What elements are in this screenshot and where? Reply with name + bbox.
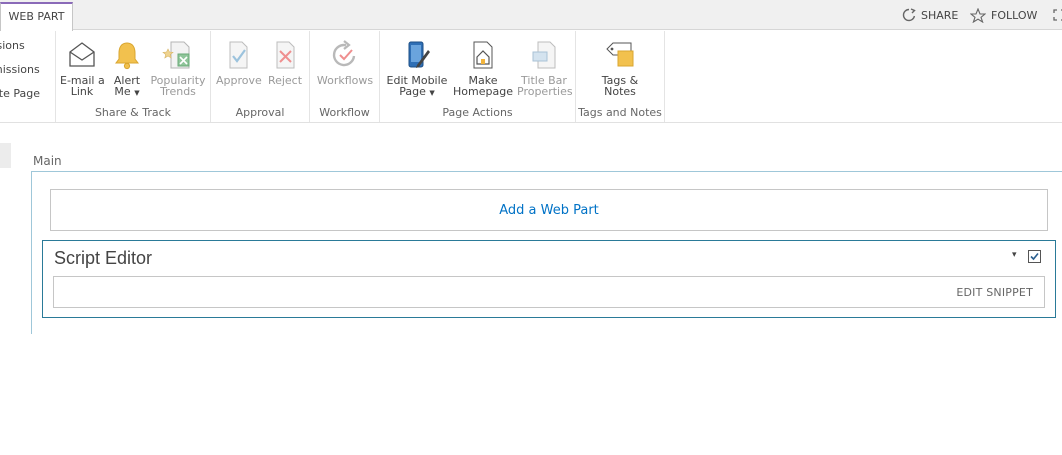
envelope-icon xyxy=(69,42,95,67)
make-homepage-button[interactable]: Make Homepage xyxy=(453,39,513,97)
group-tags-notes: Tags & Notes Tags and Notes xyxy=(576,31,665,122)
group-workflow: Workflows Workflow xyxy=(310,31,380,122)
approve-icon xyxy=(229,41,248,69)
edit-mobile-page-button[interactable]: Edit Mobile Page ▼ xyxy=(385,39,449,99)
tags-notes-label-2: Notes xyxy=(604,85,636,98)
group-label-approval: Approval xyxy=(235,106,285,119)
snippet-area: EDIT SNIPPET xyxy=(53,276,1045,308)
popularity-label-2: Trends xyxy=(160,85,196,98)
alert-label-2: Me ▼ xyxy=(108,86,146,99)
tab-web-part[interactable]: WEB PART xyxy=(0,2,73,31)
group-label-tags-notes: Tags and Notes xyxy=(578,106,662,119)
checkmark-icon xyxy=(1030,252,1039,261)
quick-launch-stub xyxy=(0,143,11,168)
web-part-select-checkbox[interactable] xyxy=(1028,250,1041,263)
tag-note-icon xyxy=(606,42,634,67)
bell-icon xyxy=(115,42,139,70)
homepage-icon xyxy=(473,41,493,69)
approve-button[interactable]: Approve xyxy=(216,39,262,87)
share-label: SHARE xyxy=(921,8,959,22)
ribbon: rsions missions ete Page E-mail a Link A… xyxy=(0,31,1062,123)
share-button[interactable]: SHARE xyxy=(902,0,958,30)
web-part-menu-dropdown-icon[interactable]: ▾ xyxy=(1012,250,1017,260)
approve-label: Approve xyxy=(216,74,262,87)
group-share-track: E-mail a Link Alert Me ▼ Popularity Tren… xyxy=(56,31,211,122)
group-label-share-track: Share & Track xyxy=(94,106,172,119)
chevron-down-icon: ▼ xyxy=(134,89,140,97)
email-link-button[interactable]: E-mail a Link xyxy=(60,39,105,98)
make-homepage-label-2: Homepage xyxy=(453,85,513,98)
tags-notes-button[interactable]: Tags & Notes xyxy=(590,39,650,97)
popularity-trends-icon xyxy=(162,41,190,69)
popularity-trends-button[interactable]: Popularity Trends xyxy=(150,39,206,97)
star-icon xyxy=(970,7,986,23)
versions-command[interactable]: rsions xyxy=(0,39,25,52)
mobile-edit-icon xyxy=(408,41,430,68)
group-manage: rsions missions ete Page xyxy=(0,31,56,122)
workflows-label: Workflows xyxy=(316,74,374,87)
focus-icon xyxy=(1053,9,1062,21)
alert-me-button[interactable]: Alert Me ▼ xyxy=(108,39,146,99)
reject-label: Reject xyxy=(267,74,303,87)
group-label-page-actions: Page Actions xyxy=(442,106,513,119)
zone-title: Main xyxy=(33,154,62,168)
add-web-part-link[interactable]: Add a Web Part xyxy=(50,189,1048,231)
follow-button[interactable]: FOLLOW xyxy=(970,0,1037,30)
script-editor-web-part: Script Editor ▾ EDIT SNIPPET xyxy=(42,240,1056,318)
top-bar: WEB PART SHARE FOLLOW xyxy=(0,0,1062,31)
alert-label-2-text: Me xyxy=(114,85,131,98)
title-bar-properties-icon xyxy=(532,41,556,69)
edit-snippet-link[interactable]: EDIT SNIPPET xyxy=(956,286,1033,299)
title-bar-properties-button[interactable]: Title Bar Properties xyxy=(517,39,573,98)
reject-icon xyxy=(276,41,295,69)
delete-page-command[interactable]: ete Page xyxy=(0,87,40,100)
workflows-button[interactable]: Workflows xyxy=(315,39,375,86)
email-label-2: Link xyxy=(70,85,94,98)
group-approval: Approve Reject Approval xyxy=(211,31,310,122)
focus-on-content-button[interactable] xyxy=(1053,0,1062,30)
edit-mobile-label-2: Page ▼ xyxy=(385,86,449,99)
edit-mobile-label-2-text: Page xyxy=(399,85,426,98)
reject-button[interactable]: Reject xyxy=(265,39,305,86)
group-page-actions: Edit Mobile Page ▼ Make Homepage Title B… xyxy=(380,31,576,122)
group-label-workflow: Workflow xyxy=(319,106,370,119)
chevron-down-icon: ▼ xyxy=(429,89,435,97)
share-icon xyxy=(902,8,916,22)
permissions-command[interactable]: missions xyxy=(0,63,40,76)
title-bar-label-2: Properties xyxy=(517,85,573,98)
web-part-title: Script Editor xyxy=(54,248,153,268)
follow-label: FOLLOW xyxy=(991,8,1038,22)
workflow-icon xyxy=(332,40,356,67)
